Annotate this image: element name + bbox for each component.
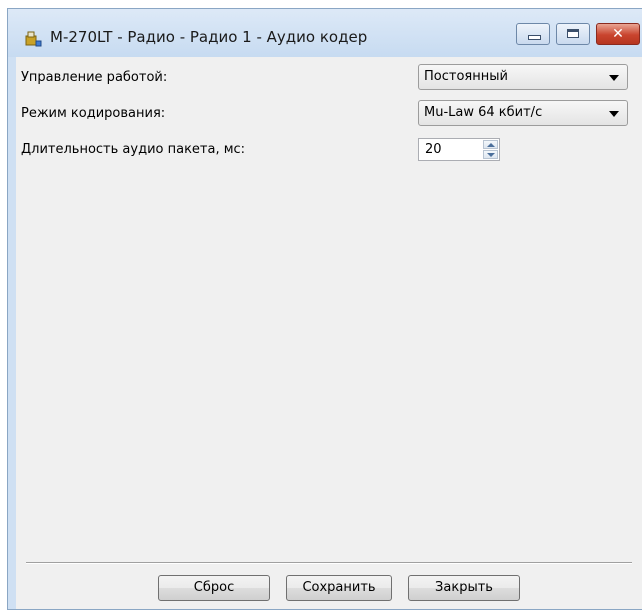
dialog-window: M-270LT - Радио - Радио 1 - Аудио кодер … <box>7 8 642 610</box>
minimize-button[interactable] <box>516 23 550 45</box>
footer-separator <box>26 562 632 564</box>
window-controls: ✕ <box>510 23 640 45</box>
window-title: M-270LT - Радио - Радио 1 - Аудио кодер <box>50 28 368 46</box>
maximize-button[interactable] <box>556 23 590 45</box>
chevron-down-icon <box>609 111 619 117</box>
work-control-select[interactable]: Постоянный <box>418 64 628 90</box>
maximize-icon <box>567 29 579 38</box>
dialog-content: Управление работой: Постоянный Режим код… <box>16 57 642 609</box>
app-icon <box>25 31 42 47</box>
chevron-down-icon <box>609 75 619 81</box>
packet-duration-label: Длительность аудио пакета, мс: <box>21 142 246 157</box>
title-bar[interactable]: M-270LT - Радио - Радио 1 - Аудио кодер … <box>8 9 642 57</box>
close-window-button[interactable]: ✕ <box>596 23 640 45</box>
close-button[interactable]: Закрыть <box>408 575 520 601</box>
save-button[interactable]: Сохранить <box>286 575 392 601</box>
encoding-mode-value: Mu-Law 64 кбит/с <box>424 105 543 120</box>
stepper-buttons <box>483 140 498 159</box>
packet-duration-value: 20 <box>425 142 442 157</box>
stepper-up-icon[interactable] <box>483 140 498 149</box>
packet-duration-stepper[interactable]: 20 <box>418 138 500 161</box>
encoding-mode-label: Режим кодирования: <box>21 106 166 121</box>
work-control-label: Управление работой: <box>21 70 168 85</box>
work-control-value: Постоянный <box>424 69 508 84</box>
close-icon: ✕ <box>612 26 624 42</box>
minimize-icon <box>528 35 541 40</box>
reset-button[interactable]: Сброс <box>158 575 270 601</box>
encoding-mode-select[interactable]: Mu-Law 64 кбит/с <box>418 100 628 126</box>
stepper-down-icon[interactable] <box>483 150 498 159</box>
